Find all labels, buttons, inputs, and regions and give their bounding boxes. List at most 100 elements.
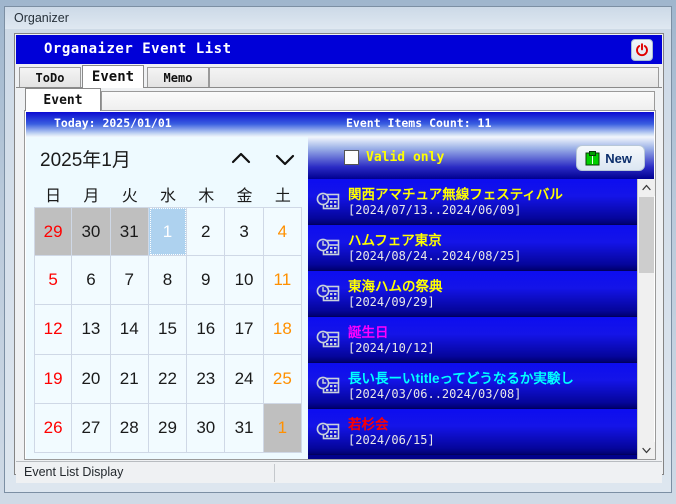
calendar-day-cell[interactable]: 26: [34, 403, 73, 453]
tab-memo[interactable]: Memo: [147, 67, 209, 87]
calendar-day-cell[interactable]: 5: [34, 256, 73, 306]
calendar-day-cell[interactable]: 1: [263, 403, 302, 453]
calendar-day-cell[interactable]: 4: [263, 207, 302, 257]
event-item-date: [2024/03/06..2024/03/08]: [348, 387, 522, 401]
calendar-day-cell[interactable]: 30: [187, 403, 226, 453]
calendar-day-cell[interactable]: 29: [148, 403, 188, 453]
desktop-background: Organizer Organaizer Event List ToDo Eve…: [0, 0, 676, 504]
calendar-day-cell[interactable]: 25: [263, 354, 302, 404]
scrollbar-down-button[interactable]: [638, 442, 655, 459]
event-clock-calendar-icon: [316, 238, 340, 256]
power-icon: [636, 43, 648, 57]
calendar-day-cell[interactable]: 28: [110, 403, 149, 453]
prev-month-button[interactable]: [228, 149, 254, 169]
event-list-item[interactable]: 東海ハムの祭典 [2024/09/29]: [308, 271, 637, 317]
calendar-day-cell[interactable]: 21: [110, 354, 149, 404]
app-header-title: Organaizer Event List: [44, 41, 232, 57]
event-item-icon: [316, 282, 340, 306]
event-item-title: 長い長ーいtitleってどうなるか実験し: [348, 371, 574, 386]
calendar-day-cell[interactable]: 14: [110, 305, 149, 355]
scrollbar-up-button[interactable]: [638, 179, 655, 196]
scrollbar-thumb[interactable]: [639, 197, 654, 273]
event-item-title: ハムフェア東京: [348, 233, 442, 248]
inner-tab-filler: [101, 91, 655, 110]
tab-event-label: Event: [91, 69, 135, 85]
event-list-item[interactable]: 若杉会 [2024/06/15]: [308, 409, 637, 455]
calendar-day-cell[interactable]: 22: [148, 354, 188, 404]
inner-tab-event[interactable]: Event: [25, 88, 101, 111]
valid-only-checkbox[interactable]: [344, 150, 359, 165]
calendar-grid: 日月火水木金土 29 30 31 1 2 3 4 5 6 7 8 9 10 11 12 13 14 15 16 17 18…: [34, 181, 302, 453]
calendar-weekday-6: 土: [274, 188, 291, 205]
chevron-down-icon: [275, 154, 295, 166]
event-list-scrollbar[interactable]: [637, 179, 655, 459]
event-list-item[interactable]: 関西アマチュア無線フェスティバル [2024/07/13..2024/06/09]: [308, 179, 637, 225]
event-clock-calendar-icon: [316, 192, 340, 210]
calendar-day-cell[interactable]: 6: [72, 256, 111, 306]
calendar-day-cell[interactable]: 9: [187, 256, 226, 306]
app-header: Organaizer Event List: [16, 35, 662, 64]
calendar-weekday-5: 金: [236, 188, 253, 205]
calendar-day-cell[interactable]: 31: [110, 207, 149, 257]
calendar-day-cell[interactable]: 31: [225, 403, 264, 453]
calendar-day-cell[interactable]: 29: [34, 207, 73, 257]
event-list-viewport[interactable]: 関西アマチュア無線フェスティバル [2024/07/13..2024/06/09]…: [308, 179, 654, 459]
event-list-item[interactable]: ハムフェア東京 [2024/08/24..2024/08/25]: [308, 225, 637, 271]
calendar-day-cell[interactable]: 10: [225, 256, 264, 306]
calendar-month-label: 2025年1月: [40, 150, 131, 171]
outer-tab-strip: ToDo Event Memo: [16, 65, 662, 88]
new-event-button[interactable]: New: [576, 145, 645, 171]
info-band: Today: 2025/01/01 Event Items Count: 11: [26, 112, 654, 137]
calendar-day-cell[interactable]: 1: [148, 207, 188, 257]
calendar-day-cell[interactable]: 8: [148, 256, 188, 306]
calendar-day-cell[interactable]: 27: [72, 403, 111, 453]
calendar-day-cell[interactable]: 12: [34, 305, 73, 355]
event-item-icon: [316, 420, 340, 444]
event-toolbar: Valid only New: [308, 137, 654, 179]
calendar-weekday-2: 火: [121, 188, 138, 205]
tab-strip-filler: [209, 67, 659, 87]
event-clock-calendar-icon: [316, 376, 340, 394]
tab-event[interactable]: Event: [82, 65, 144, 88]
calendar-day-cell[interactable]: 2: [187, 207, 226, 257]
event-item-icon: [316, 190, 340, 214]
event-count-label: Event Items Count: 11: [346, 116, 492, 130]
calendar-day-cell[interactable]: 19: [34, 354, 73, 404]
status-bar: Event List Display: [16, 461, 662, 483]
calendar-weekday-1: 月: [83, 188, 100, 205]
client-area: Organaizer Event List ToDo Event Memo Ev…: [14, 33, 664, 483]
calendar-day-cell[interactable]: 16: [187, 305, 226, 355]
event-list-item[interactable]: 誕生日 [2024/10/12]: [308, 317, 637, 363]
calendar-day-cell[interactable]: 13: [72, 305, 111, 355]
calendar-day-cell[interactable]: 20: [72, 354, 111, 404]
calendar-day-cell[interactable]: 11: [263, 256, 302, 306]
event-item-title: 誕生日: [348, 325, 389, 340]
calendar-day-cell[interactable]: 23: [187, 354, 226, 404]
calendar-weekday-0: 日: [45, 188, 62, 205]
event-item-icon: [316, 374, 340, 398]
calendar-weekday-3: 水: [159, 188, 176, 205]
event-item-icon: [316, 328, 340, 352]
inner-tab-event-label: Event: [43, 92, 83, 108]
event-list-item[interactable]: 長い長ーいtitleってどうなるか実験し [2024/03/06..2024/03…: [308, 363, 637, 409]
tab-todo[interactable]: ToDo: [19, 67, 81, 87]
next-month-button[interactable]: [272, 149, 298, 169]
calendar-day-cell[interactable]: 30: [72, 207, 111, 257]
valid-only-label: Valid only: [366, 150, 445, 165]
tab-memo-label: Memo: [163, 70, 193, 85]
calendar-day-cell[interactable]: 3: [225, 207, 264, 257]
scroll-down-icon: [642, 447, 651, 454]
calendar-day-cell[interactable]: 24: [225, 354, 264, 404]
event-panel: Today: 2025/01/01 Event Items Count: 11 …: [24, 110, 656, 460]
event-clock-calendar-icon: [316, 330, 340, 348]
power-button[interactable]: [631, 39, 653, 61]
today-label: Today: 2025/01/01: [54, 116, 172, 130]
calendar-day-cell[interactable]: 17: [225, 305, 264, 355]
calendar-day-cell[interactable]: 7: [110, 256, 149, 306]
calendar-column: 2025年1月 日月火水木金土 29 30 31 1 2 3 4 5 6 7 8 9 10 1: [26, 137, 308, 459]
calendar-day-cell[interactable]: 18: [263, 305, 302, 355]
scroll-up-icon: [642, 184, 651, 191]
calendar-day-cell[interactable]: 15: [148, 305, 188, 355]
event-item-title: 若杉会: [348, 417, 389, 432]
event-item-date: [2024/08/24..2024/08/25]: [348, 249, 522, 263]
